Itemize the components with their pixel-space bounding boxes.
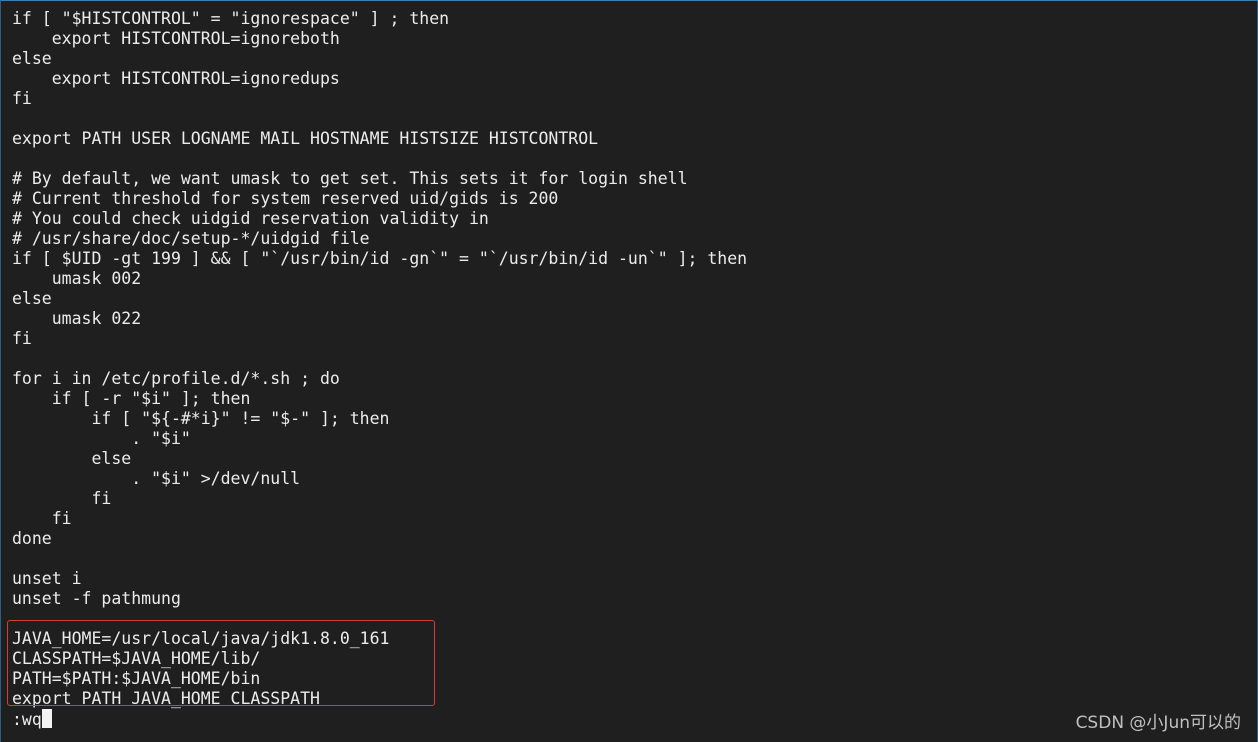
code-line: unset -f pathmung xyxy=(12,589,181,608)
code-line: export PATH USER LOGNAME MAIL HOSTNAME H… xyxy=(12,129,599,148)
code-line: fi xyxy=(12,489,112,508)
code-line: PATH=$PATH:$JAVA_HOME/bin xyxy=(12,669,261,688)
code-line: fi xyxy=(12,509,72,528)
code-line: else xyxy=(12,449,132,468)
terminal-window[interactable]: if [ "$HISTCONTROL" = "ignorespace" ] ; … xyxy=(0,0,1258,742)
code-line: fi xyxy=(12,329,32,348)
code-line: unset i xyxy=(12,569,82,588)
vim-command-line[interactable]: :wq xyxy=(12,709,1257,729)
code-line: if [ "${-#*i}" != "$-" ]; then xyxy=(12,409,390,428)
code-line: if [ -r "$i" ]; then xyxy=(12,389,251,408)
code-line: export HISTCONTROL=ignoreboth xyxy=(12,29,340,48)
watermark: CSDN @小Jun可以的 xyxy=(1075,713,1241,733)
code-line: else xyxy=(12,49,52,68)
code-line: umask 022 xyxy=(12,309,142,328)
code-line: # Current threshold for system reserved … xyxy=(12,189,559,208)
code-line: # You could check uidgid reservation val… xyxy=(12,209,489,228)
code-line: done xyxy=(12,529,52,548)
command-text: :wq xyxy=(12,710,42,729)
code-line: for i in /etc/profile.d/*.sh ; do xyxy=(12,369,340,388)
code-line: CLASSPATH=$JAVA_HOME/lib/ xyxy=(12,649,261,668)
code-line: else xyxy=(12,289,52,308)
code-line: # /usr/share/doc/setup-*/uidgid file xyxy=(12,229,370,248)
code-line: # By default, we want umask to get set. … xyxy=(12,169,688,188)
text-cursor xyxy=(41,709,52,728)
code-line: . "$i" >/dev/null xyxy=(12,469,301,488)
code-line: if [ $UID -gt 199 ] && [ "`/usr/bin/id -… xyxy=(12,249,748,268)
code-line: fi xyxy=(12,89,32,108)
code-line: export HISTCONTROL=ignoredups xyxy=(12,69,340,88)
code-line: export PATH JAVA_HOME CLASSPATH xyxy=(12,689,320,708)
code-line: if [ "$HISTCONTROL" = "ignorespace" ] ; … xyxy=(12,9,450,28)
editor-text-area[interactable]: if [ "$HISTCONTROL" = "ignorespace" ] ; … xyxy=(12,9,1257,729)
code-line: JAVA_HOME=/usr/local/java/jdk1.8.0_161 xyxy=(12,629,390,648)
code-line: . "$i" xyxy=(12,429,191,448)
code-line: umask 002 xyxy=(12,269,142,288)
